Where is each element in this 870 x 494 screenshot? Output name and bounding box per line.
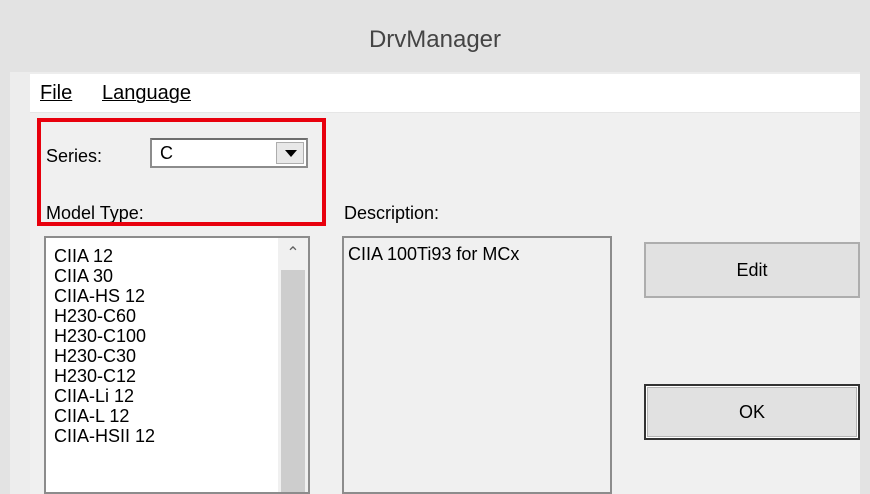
highlight-box [37,118,326,226]
description-label: Description: [344,203,440,223]
list-item[interactable]: CIIA-Li 12 [54,386,134,406]
scroll-thumb[interactable] [281,270,305,492]
model-type-list[interactable]: CIIA 12 CIIA 30 CIIA-HS 12 H230-C60 H230… [44,236,310,494]
list-item[interactable]: CIIA-HSII 12 [54,426,155,446]
list-item[interactable]: H230-C60 [54,306,136,326]
list-item[interactable]: CIIA-L 12 [54,406,129,426]
description-text: CIIA 100Ti93 for MCx [348,244,520,264]
menu-file[interactable]: File [40,82,72,105]
window-title: DrvManager [368,26,502,53]
list-item[interactable]: H230-C100 [54,326,146,346]
app-window: DrvManager File Language Series: C Model… [0,0,870,494]
list-item[interactable]: CIIA 30 [54,266,113,286]
menu-language[interactable]: Language [102,82,191,105]
description-box: CIIA 100Ti93 for MCx [342,236,612,494]
window-border-left [0,0,10,494]
list-item[interactable]: CIIA 12 [54,246,113,266]
chevron-up-icon[interactable]: ⌃ [278,238,308,268]
edit-button[interactable]: Edit [644,242,860,298]
list-scrollbar[interactable]: ⌃ [278,238,308,492]
list-item[interactable]: CIIA-HS 12 [54,286,145,306]
window-border-right [860,0,870,494]
list-item[interactable]: H230-C12 [54,366,136,386]
title-bar[interactable]: DrvManager [0,0,870,72]
list-item[interactable]: H230-C30 [54,346,136,366]
ok-button[interactable]: OK [644,384,860,440]
menu-bar: File Language [30,74,860,113]
